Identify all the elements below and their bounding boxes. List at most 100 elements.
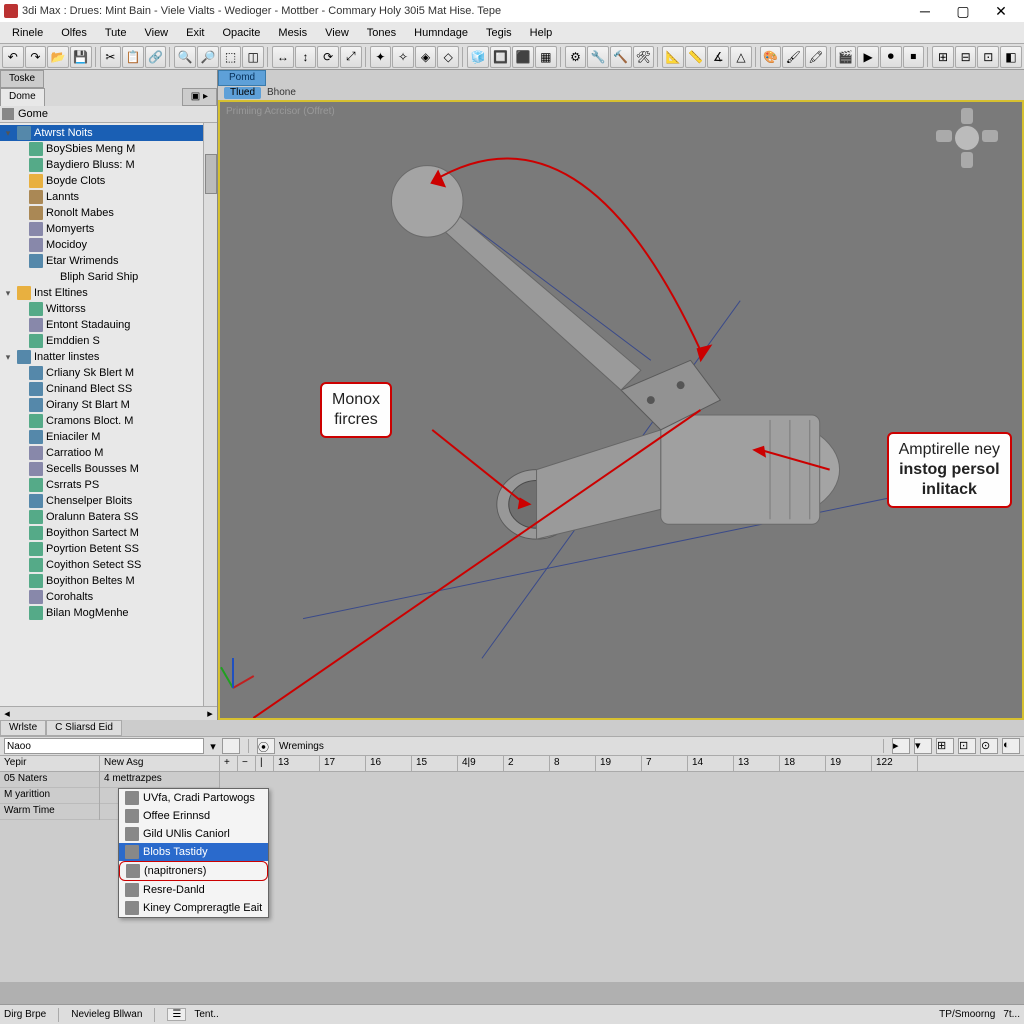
- timeline-tick[interactable]: 13: [734, 756, 780, 771]
- menu-view[interactable]: View: [317, 25, 357, 41]
- status-button[interactable]: ☰: [167, 1008, 186, 1021]
- toolbar-button-49[interactable]: ⊟: [955, 46, 977, 68]
- timeline-tick[interactable]: 18: [780, 756, 826, 771]
- tree-node[interactable]: Carratioo M: [0, 445, 217, 461]
- timeline-tick[interactable]: 19: [826, 756, 872, 771]
- menu-opacite[interactable]: Opacite: [214, 25, 268, 41]
- timeline-tick[interactable]: 19: [596, 756, 642, 771]
- context-menu-item[interactable]: Blobs Tastidy: [119, 843, 268, 861]
- tree-node[interactable]: Oirany St Blart M: [0, 397, 217, 413]
- toolbar-button-36[interactable]: ∡: [707, 46, 729, 68]
- view-cube[interactable]: [922, 108, 1012, 168]
- toolbar-button-32[interactable]: 🛠: [633, 46, 655, 68]
- toolbar-button-20[interactable]: ✧: [392, 46, 414, 68]
- tree-node[interactable]: ▾Inatter linstes: [0, 349, 217, 365]
- tree-node[interactable]: Chenselper Bloits: [0, 493, 217, 509]
- tree-node[interactable]: Lannts: [0, 189, 217, 205]
- tree-node[interactable]: Wittorss: [0, 301, 217, 317]
- nav-btn-1[interactable]: ▸: [892, 738, 910, 754]
- tree-node[interactable]: Etar Wrimends: [0, 253, 217, 269]
- tree-node[interactable]: Csrrats PS: [0, 477, 217, 493]
- minimize-button[interactable]: ─: [906, 0, 944, 22]
- toolbar-button-5[interactable]: ✂: [100, 46, 122, 68]
- tree-node[interactable]: BoySbies Meng M: [0, 141, 217, 157]
- scene-tree-scrollbar[interactable]: [203, 123, 217, 706]
- toolbar-button-21[interactable]: ◈: [415, 46, 437, 68]
- toolbar-button-16[interactable]: ⟳: [317, 46, 339, 68]
- toolbar-button-50[interactable]: ⊡: [977, 46, 999, 68]
- toolbar-button-24[interactable]: 🧊: [467, 46, 489, 68]
- tree-node[interactable]: Crliany Sk Blert M: [0, 365, 217, 381]
- toolbar-button-25[interactable]: 🔲: [490, 46, 512, 68]
- tree-node[interactable]: ▾Atwrst Noits: [0, 125, 217, 141]
- toolbar-button-41[interactable]: 🖍: [805, 46, 827, 68]
- nav-btn-6[interactable]: ◐: [1002, 738, 1020, 754]
- left-tab-1[interactable]: Toske: [0, 70, 44, 88]
- toolbar-button-14[interactable]: ↔: [272, 46, 294, 68]
- toolbar-button-15[interactable]: ↕: [295, 46, 317, 68]
- context-menu-item[interactable]: Offee Erinnsd: [119, 807, 268, 825]
- context-menu-item[interactable]: UVfa, Cradi Partowogs: [119, 789, 268, 807]
- dope-col-2[interactable]: New Asg: [100, 756, 220, 771]
- menu-tones[interactable]: Tones: [359, 25, 404, 41]
- view-cube-bottom[interactable]: [961, 152, 973, 168]
- dope-play-btn[interactable]: |: [256, 756, 274, 771]
- tree-node[interactable]: Bilan MogMenhe: [0, 605, 217, 621]
- nav-btn-3[interactable]: ⊞: [936, 738, 954, 754]
- toolbar-button-26[interactable]: ⬛: [512, 46, 534, 68]
- timeline-tick[interactable]: 4|9: [458, 756, 504, 771]
- view-cube-left[interactable]: [936, 130, 952, 142]
- dope-row-label[interactable]: Warm Time: [0, 804, 99, 820]
- close-button[interactable]: ✕: [982, 0, 1020, 22]
- viewport-subtab-1[interactable]: Tlued: [224, 87, 261, 99]
- tree-node[interactable]: Oralunn Batera SS: [0, 509, 217, 525]
- toolbar-button-2[interactable]: 📂: [47, 46, 69, 68]
- context-menu-item[interactable]: (napitroners): [119, 861, 268, 881]
- tree-node[interactable]: Mocidoy: [0, 237, 217, 253]
- toolbar-button-12[interactable]: ◫: [242, 46, 264, 68]
- toolbar-button-3[interactable]: 💾: [70, 46, 92, 68]
- tree-node[interactable]: Secells Bousses M: [0, 461, 217, 477]
- left-tab-2[interactable]: Dome: [0, 88, 45, 106]
- toolbar-button-35[interactable]: 📏: [685, 46, 707, 68]
- scene-tree[interactable]: ▾Atwrst NoitsBoySbies Meng MBaydiero Blu…: [0, 123, 217, 706]
- nav-btn-2[interactable]: ▾: [914, 738, 932, 754]
- tree-node[interactable]: Cninand Blect SS: [0, 381, 217, 397]
- context-menu-item[interactable]: Gild UNlis Caniorl: [119, 825, 268, 843]
- tree-node[interactable]: Entont Stadauing: [0, 317, 217, 333]
- tree-node[interactable]: Boyithon Sartect M: [0, 525, 217, 541]
- tree-node[interactable]: Cramons Bloct. M: [0, 413, 217, 429]
- toolbar-button-44[interactable]: ▶: [857, 46, 879, 68]
- tree-node[interactable]: Boyde Clots: [0, 173, 217, 189]
- toolbar-button-34[interactable]: 📐: [662, 46, 684, 68]
- toolbar-button-1[interactable]: ↷: [25, 46, 47, 68]
- toolbar-button-46[interactable]: ⏹: [903, 46, 925, 68]
- toolbar-button-10[interactable]: 🔎: [197, 46, 219, 68]
- timeline-tick[interactable]: 15: [412, 756, 458, 771]
- toolbar-button-51[interactable]: ◧: [1000, 46, 1022, 68]
- dope-row-label[interactable]: M yarittion: [0, 788, 99, 804]
- toolbar-button-17[interactable]: ⤢: [340, 46, 362, 68]
- menu-rinele[interactable]: Rinele: [4, 25, 51, 41]
- scrollbar-thumb[interactable]: [205, 154, 217, 194]
- transform-btn-1[interactable]: [222, 738, 240, 754]
- toolbar-button-29[interactable]: ⚙: [565, 46, 587, 68]
- timeline-tick[interactable]: 13: [274, 756, 320, 771]
- toolbar-button-7[interactable]: 🔗: [145, 46, 167, 68]
- tree-node[interactable]: Momyerts: [0, 221, 217, 237]
- menu-exit[interactable]: Exit: [178, 25, 212, 41]
- timeline-tick[interactable]: 8: [550, 756, 596, 771]
- tree-node[interactable]: Baydiero Bluss: M: [0, 157, 217, 173]
- nav-btn-4[interactable]: ⊡: [958, 738, 976, 754]
- toolbar-button-43[interactable]: 🎬: [835, 46, 857, 68]
- maximize-button[interactable]: ▢: [944, 0, 982, 22]
- menu-help[interactable]: Help: [522, 25, 561, 41]
- toolbar-button-9[interactable]: 🔍: [174, 46, 196, 68]
- toolbar-button-31[interactable]: 🔨: [610, 46, 632, 68]
- tree-node[interactable]: ▾Inst Eltines: [0, 285, 217, 301]
- toolbar-button-40[interactable]: 🖌: [782, 46, 804, 68]
- view-cube-core[interactable]: [955, 126, 979, 150]
- viewport-subtab-2[interactable]: Bhone: [267, 87, 296, 99]
- toolbar-button-30[interactable]: 🔧: [587, 46, 609, 68]
- timeline-tick[interactable]: 7: [642, 756, 688, 771]
